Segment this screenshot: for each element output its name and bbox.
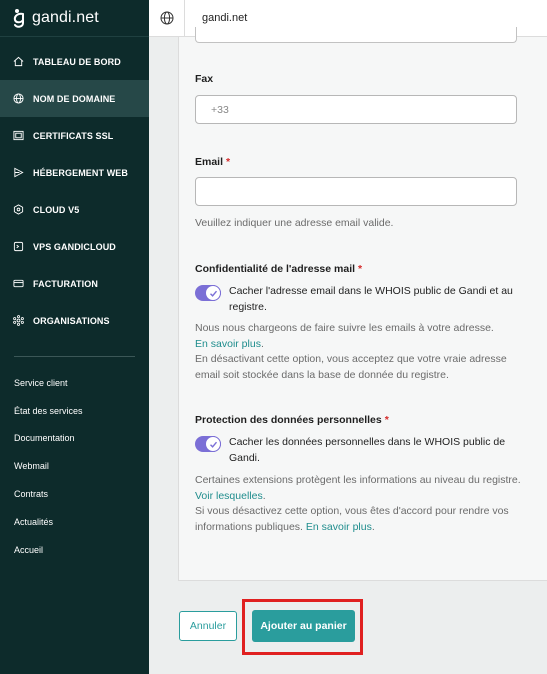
main-nav: TABLEAU DE BORD NOM DE DOMAINE CERTIFICA… (0, 43, 149, 339)
brand-name: gandi.net (32, 9, 99, 26)
data-protection-toggle-row: Cacher les données personnelles dans le … (195, 435, 525, 466)
home-icon (13, 56, 24, 67)
link-contrats[interactable]: Contrats (0, 480, 149, 508)
globe-icon (160, 11, 173, 25)
contact-form-card: Fax +33 Email * Veuillez indiquer une adr… (178, 27, 547, 581)
nav-item-domain[interactable]: NOM DE DOMAINE (0, 80, 149, 117)
nav-item-dashboard[interactable]: TABLEAU DE BORD (0, 43, 149, 80)
data-protection-toggle-text: Cacher les données personnelles dans le … (229, 436, 506, 464)
data-protection-toggle[interactable] (195, 436, 221, 452)
nav-item-label: CERTIFICATS SSL (33, 130, 114, 141)
learn-more-link[interactable]: En savoir plus (195, 338, 261, 350)
fax-placeholder: +33 (211, 103, 229, 116)
fax-input[interactable]: +33 (195, 95, 517, 124)
nav-item-billing[interactable]: FACTURATION (0, 265, 149, 302)
link-webmail[interactable]: Webmail (0, 452, 149, 480)
data-protection-label: Protection des données personnelles * (195, 414, 389, 426)
certificate-icon (13, 130, 24, 141)
nav-item-label: CLOUD V5 (33, 204, 80, 215)
nav-item-label: FACTURATION (33, 278, 98, 289)
required-marker: * (226, 156, 231, 168)
nav-item-vps[interactable]: VPS GANDICLOUD (0, 228, 149, 265)
see-which-link[interactable]: Voir lesquelles (195, 490, 263, 502)
brand-logo[interactable]: gandi.net (0, 0, 149, 37)
nav-item-label: NOM DE DOMAINE (33, 93, 116, 104)
globe-icon (13, 93, 24, 104)
link-service-client[interactable]: Service client (0, 369, 149, 397)
topbar-globe-button[interactable] (149, 0, 185, 37)
nav-item-label: TABLEAU DE BORD (33, 56, 121, 67)
email-privacy-toggle-text: Cacher l'adresse email dans le WHOIS pub… (229, 285, 513, 313)
data-protection-help: Certaines extensions protègent les infor… (195, 474, 521, 533)
learn-more-link[interactable]: En savoir plus (306, 521, 372, 533)
email-privacy-help: Nous nous chargeons de faire suivre les … (195, 322, 507, 381)
nav-item-cloud[interactable]: CLOUD V5 (0, 191, 149, 228)
sidebar: gandi.net TABLEAU DE BORD NOM DE DOMAINE… (0, 0, 149, 674)
nav-item-organisations[interactable]: ORGANISATIONS (0, 302, 149, 339)
cloud-icon (13, 204, 24, 215)
link-etat-services[interactable]: État des services (0, 397, 149, 425)
nav-item-label: ORGANISATIONS (33, 315, 110, 326)
email-help: Veuillez indiquer une adresse email vali… (195, 217, 394, 229)
email-label: Email * (195, 156, 231, 168)
sidebar-divider (14, 356, 135, 357)
vps-icon (13, 241, 24, 252)
check-icon (205, 436, 221, 452)
email-input[interactable] (195, 177, 517, 206)
previous-field-input[interactable] (195, 27, 517, 43)
email-privacy-label: Confidentialité de l'adresse mail * (195, 263, 363, 275)
web-hosting-icon (14, 167, 24, 178)
nav-item-ssl[interactable]: CERTIFICATS SSL (0, 117, 149, 154)
email-privacy-toggle-row: Cacher l'adresse email dans le WHOIS pub… (195, 284, 525, 315)
required-marker: * (358, 263, 363, 275)
nav-item-label: HÉBERGEMENT WEB (33, 167, 129, 178)
link-documentation[interactable]: Documentation (0, 425, 149, 453)
email-privacy-toggle[interactable] (195, 285, 221, 301)
gandi-logo-icon (13, 9, 24, 28)
link-accueil[interactable]: Accueil (0, 536, 149, 564)
nav-item-web-hosting[interactable]: HÉBERGEMENT WEB (0, 154, 149, 191)
organisation-icon (13, 315, 24, 326)
sidebar-links: Service client État des services Documen… (0, 369, 149, 564)
link-actualites[interactable]: Actualités (0, 508, 149, 536)
topbar-title: gandi.net (202, 12, 248, 24)
check-icon (205, 285, 221, 301)
fax-label: Fax (195, 73, 214, 85)
add-to-cart-button[interactable]: Ajouter au panier (252, 610, 355, 642)
credit-card-icon (13, 279, 24, 288)
cancel-button[interactable]: Annuler (179, 611, 237, 641)
nav-item-label: VPS GANDICLOUD (33, 241, 116, 252)
required-marker: * (384, 414, 389, 426)
